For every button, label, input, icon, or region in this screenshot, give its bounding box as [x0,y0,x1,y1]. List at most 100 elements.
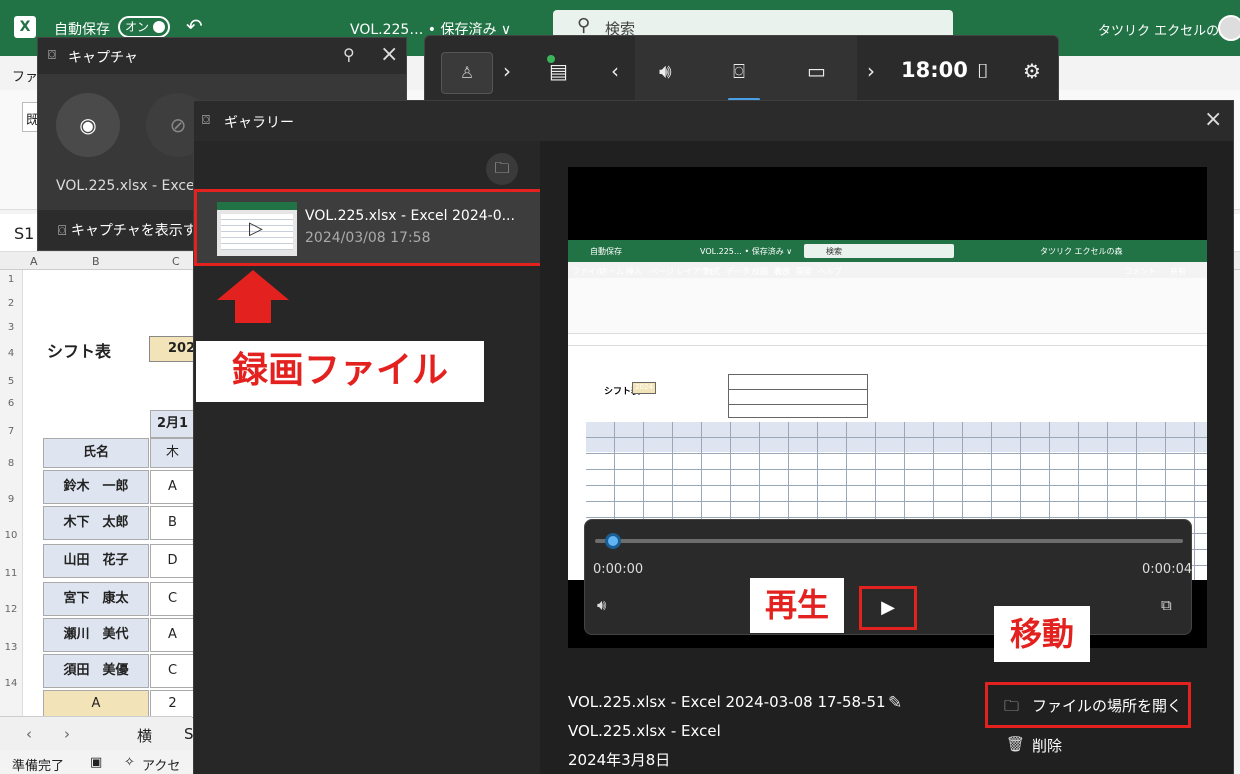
employee-name-cell[interactable]: 山田 花子 [43,544,149,578]
row-number[interactable]: 8 [0,458,22,469]
row-number[interactable]: 9 [0,494,22,505]
status-accessibility[interactable]: アクセシ [142,755,192,774]
row-number[interactable]: 10 [0,530,22,541]
employee-name-cell[interactable]: 須田 美優 [43,654,149,688]
time-current: 0:00:00 [593,562,644,577]
row-number[interactable]: 6 [0,398,22,409]
weekday-cell[interactable]: 木 [150,438,195,468]
volume-icon[interactable]: 🔊︎ [597,596,606,614]
annotation-arrow-stem [235,299,271,323]
name-header-cell[interactable]: 氏名 [43,438,149,468]
shift-cell[interactable]: C [150,582,195,616]
footer-cell[interactable]: A [43,690,149,718]
autosave-toggle[interactable]: オン [118,16,170,38]
play-icon: ▷ [249,218,263,239]
prev-sheet-icon[interactable]: ‹ [26,725,32,743]
row-number[interactable]: 2 [0,298,22,309]
cast-icon[interactable]: ⧉ [1161,596,1172,614]
seek-track[interactable] [595,539,1183,543]
worksheet-grid[interactable]: シフト表 202 2月1日 氏名 木 鈴木 一郎 A 木下 太郎 B 山田 花子… [22,270,195,720]
preview-tab: 数式 [704,267,720,276]
capture-file-name: VOL.225.xlsx - Exce [56,178,195,194]
footer-value-cell[interactable]: 2 [150,690,195,718]
preview-tab: ホーム [600,267,624,276]
avatar[interactable] [1218,15,1240,41]
sheet-tab[interactable]: 横 [137,725,152,746]
show-captures-link[interactable]: ⌼ キャプチャを表示す [58,220,197,240]
row-number[interactable]: 12 [0,604,22,615]
macro-record-icon[interactable]: ▣ [90,755,102,770]
capture-icon: ⌼ [48,48,56,63]
annotation-recording-file: 録画ファイル [196,341,484,402]
shift-cell[interactable]: D [150,544,195,578]
employee-name-cell[interactable]: 木下 太郎 [43,506,149,540]
mouse-icon[interactable]: ⌷ [977,59,989,83]
pin-icon[interactable]: ⚲ [343,45,355,64]
video-thumbnail: ▷ [217,202,297,256]
preview-ribbon [568,278,1207,334]
edit-name-icon[interactable]: ✎ [888,693,902,713]
preview-legend-table [728,374,868,418]
play-button[interactable]: ▶ [859,586,917,630]
preview-cell-ref: M14 [572,335,587,343]
preview-share: 共有 [1170,267,1186,276]
cell-reference[interactable]: S1 [14,224,34,243]
gallery-item[interactable]: ▷ VOL.225.xlsx - Excel 2024-0... 2024/03… [194,189,543,266]
settings-icon[interactable]: ⚙ [1023,59,1041,83]
close-icon[interactable]: × [380,42,398,67]
column-header[interactable]: B [92,255,100,268]
folder-icon[interactable]: 🗀︎ [486,153,518,185]
row-number[interactable]: 14 [0,678,22,689]
undo-icon[interactable]: ↶ [186,14,203,38]
shift-cell[interactable]: A [150,618,195,652]
performance-icon[interactable]: ▤ [549,59,568,83]
date-header-cell[interactable]: 2月1日 [150,410,195,457]
row-number[interactable]: 13 [0,642,22,653]
row-number[interactable]: 1 [0,274,22,285]
column-header[interactable]: C [172,255,180,268]
video-preview[interactable]: 自動保存 VOL.225… • 保存済み ∨ 検索 タツリク エクセルの森 ファ… [568,167,1207,648]
capture-icon[interactable]: ⌼ [733,59,745,83]
next-sheet-icon[interactable]: › [64,725,70,743]
employee-name-cell[interactable]: 宮下 康太 [43,582,149,616]
row-number[interactable]: 11 [0,568,22,579]
open-file-location-button[interactable]: 🗀︎ ファイルの場所を開く [985,682,1191,728]
screenshot-button[interactable]: ◉ [56,93,120,157]
close-icon[interactable]: × [1204,107,1222,132]
capture-date: 2024年3月8日 [568,751,671,769]
row-number[interactable]: 3 [0,322,22,333]
tab-file[interactable]: ファ [12,66,38,85]
row-number[interactable]: 7 [0,426,22,437]
gallery-header: ⌼ ギャラリー × [194,101,1233,141]
row-number[interactable]: 5 [0,376,22,387]
preview-tab: 校閲 [752,267,768,276]
trash-icon: 🗑︎ [1006,735,1026,753]
search-icon: ⚲ [577,15,591,36]
chevron-left-icon[interactable]: ‹ [611,59,619,83]
gallery-list: 🗀︎ ▷ VOL.225.xlsx - Excel 2024-0... 2024… [194,141,543,774]
accessibility-icon: ✧ [124,755,135,770]
preview-formula-bar: M14 代 [568,334,1207,346]
user-name: タツリク エクセルの森 [1098,24,1233,39]
chevron-right-icon[interactable]: › [503,59,511,83]
autosave-label: 自動保存 [54,22,110,38]
row-number[interactable]: 4 [0,348,22,359]
excel-logo-icon: X [14,16,36,38]
chevron-right-icon[interactable]: › [867,59,875,83]
shift-cell[interactable]: B [150,506,195,540]
employee-name-cell[interactable]: 瀬川 美代 [43,618,149,652]
preview-titlebar: 自動保存 VOL.225… • 保存済み ∨ 検索 タツリク エクセルの森 [568,240,1207,262]
year-cell[interactable]: 202 [149,336,195,362]
column-header[interactable]: A [30,255,38,268]
shift-cell[interactable]: C [150,654,195,688]
employee-name-cell[interactable]: 鈴木 一郎 [43,470,149,504]
seek-handle[interactable] [604,533,621,549]
delete-button[interactable]: 🗑︎ 削除 [1006,735,1062,755]
preview-search: 検索 [804,244,954,258]
shift-cell[interactable]: A [150,470,195,504]
file-full-name: VOL.225.xlsx - Excel 2024-03-08 17-58-51 [568,693,886,711]
home-icon[interactable]: ♙ [441,52,493,94]
volume-icon[interactable]: 🔊︎ [659,59,672,83]
preview-tab: 開発 [796,267,812,276]
monitor-icon[interactable]: ▭ [807,59,826,83]
